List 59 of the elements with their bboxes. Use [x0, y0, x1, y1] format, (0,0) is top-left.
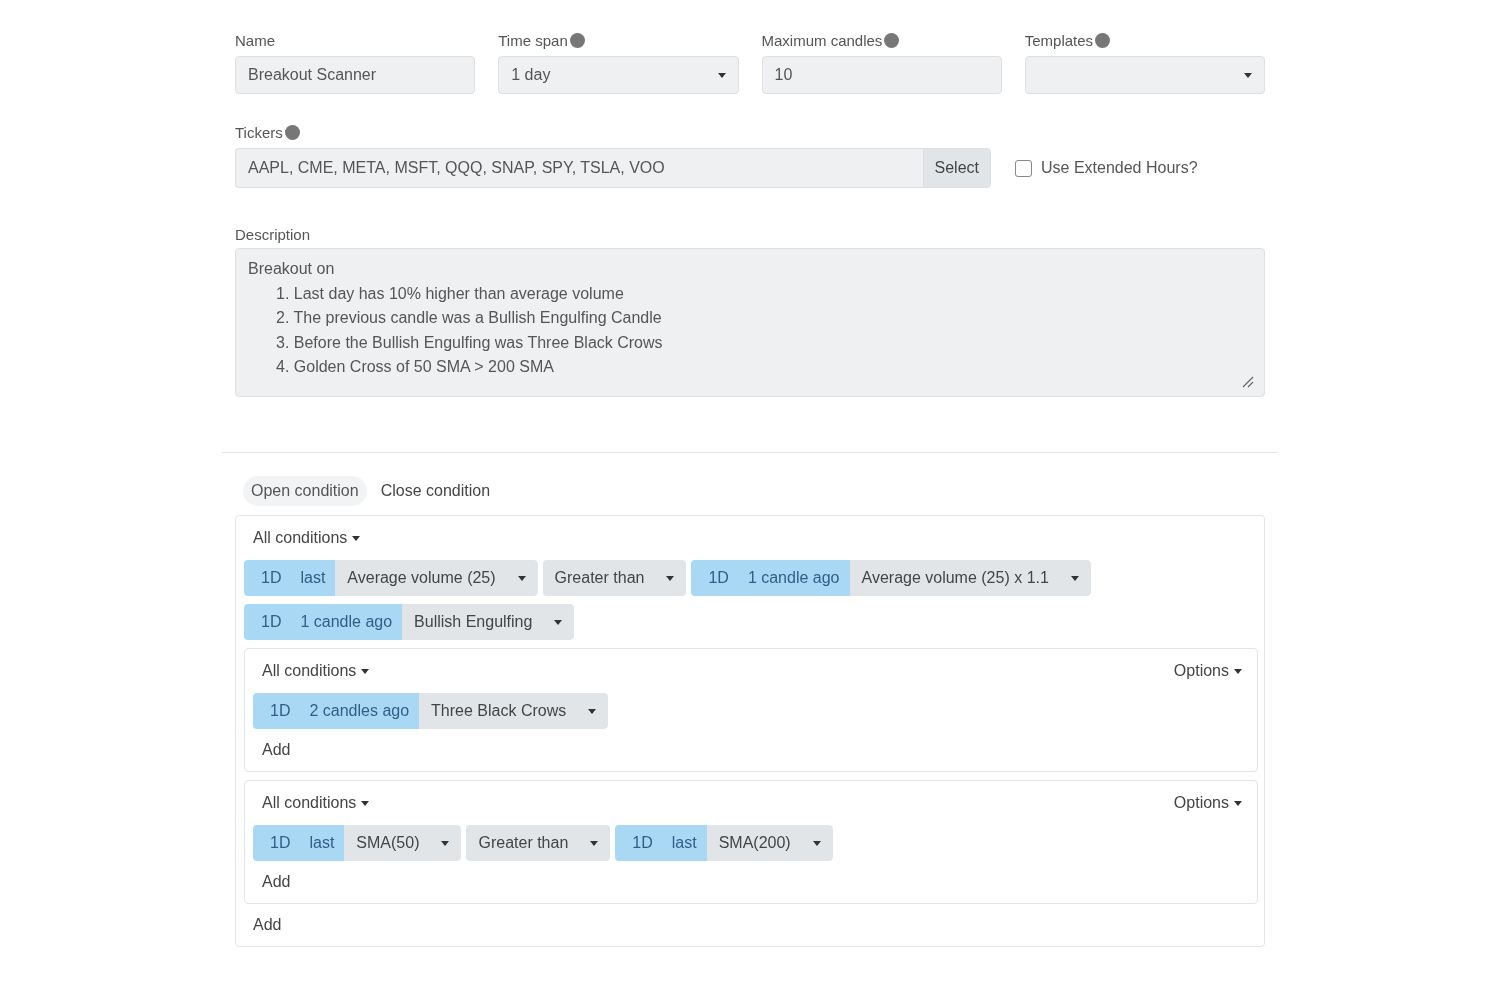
add-button[interactable]: Add — [253, 869, 300, 895]
indicator-dropdown[interactable]: Average volume (25) — [335, 560, 538, 596]
indicator-dropdown[interactable]: SMA(50) — [344, 825, 462, 861]
caret-icon — [812, 840, 821, 846]
indicator-dropdown[interactable]: Average volume (25) x 1.1 — [849, 560, 1091, 596]
operator-dropdown[interactable]: Greater than — [466, 825, 611, 861]
field-label: Name — [235, 31, 275, 49]
caret-icon — [1234, 800, 1242, 806]
select-field[interactable]: 1 day — [498, 56, 739, 94]
options-dropdown[interactable]: Options — [1173, 794, 1242, 812]
timeframe-selector[interactable]: 1D last — [615, 825, 707, 861]
checkbox[interactable] — [1015, 159, 1032, 177]
caret-icon — [1070, 575, 1079, 581]
help-icon[interactable] — [569, 32, 585, 48]
timeframe-selector[interactable]: 1D 1 candle ago — [244, 604, 403, 640]
field-label: Tickers — [235, 123, 283, 141]
help-icon[interactable] — [1095, 32, 1111, 48]
select-button[interactable]: Select — [922, 148, 991, 188]
caret-icon — [1234, 668, 1242, 674]
operator-dropdown[interactable]: Greater than — [542, 560, 687, 596]
timeframe-selector[interactable]: 1D last — [253, 825, 345, 861]
caret-icon — [441, 840, 450, 846]
select-field[interactable] — [1024, 56, 1265, 94]
checkbox-label: Use Extended Hours? — [1041, 159, 1198, 177]
caret-icon — [666, 575, 675, 581]
field-label: Time span — [498, 31, 568, 49]
resize-handle-icon[interactable] — [1240, 374, 1254, 388]
caret-icon — [517, 575, 526, 581]
indicator-dropdown[interactable]: Bullish Engulfing — [402, 604, 575, 640]
timeframe-selector[interactable]: 1D 1 candle ago — [691, 560, 850, 596]
field-label: Maximum candles — [761, 31, 883, 49]
add-button[interactable]: Add — [253, 737, 300, 763]
field-label: Description — [235, 226, 312, 243]
caret-icon — [1244, 72, 1252, 78]
conditions-dropdown[interactable]: All conditions — [253, 529, 361, 547]
input-field[interactable]: 10 — [761, 56, 1002, 94]
caret-icon — [361, 668, 370, 674]
caret-icon — [361, 800, 370, 806]
caret-icon — [717, 72, 726, 78]
help-icon[interactable] — [884, 32, 900, 48]
timeframe-selector[interactable]: 1D 2 candles ago — [253, 693, 420, 729]
tab[interactable]: Close condition — [372, 476, 499, 506]
help-icon[interactable] — [284, 124, 300, 140]
conditions-dropdown[interactable]: All conditions — [262, 662, 370, 680]
add-button[interactable]: Add — [244, 912, 291, 938]
input-field[interactable]: Breakout Scanner — [235, 56, 476, 94]
indicator-dropdown[interactable]: SMA(200) — [706, 825, 833, 861]
indicator-dropdown[interactable]: Three Black Crows — [419, 693, 609, 729]
field-label: Templates — [1024, 31, 1094, 49]
caret-icon — [554, 619, 563, 625]
caret-icon — [590, 840, 599, 846]
tab[interactable]: Open condition — [243, 476, 367, 506]
options-dropdown[interactable]: Options — [1173, 662, 1242, 680]
description-field[interactable]: Breakout on 1. Last day has 10% higher than average volume 2. The previous candle was a Bullish Engulfing Candle 3. Before the Bullish Engulfing was Three Black Crows 4. Golden Cross of 50 SMA > 200 SMA — [235, 248, 1265, 397]
timeframe-selector[interactable]: 1D last — [244, 560, 336, 596]
conditions-dropdown[interactable]: All conditions — [262, 794, 370, 812]
tickers-field[interactable]: AAPL, CME, META, MSFT, QQQ, SNAP, SPY, TSLA, VOO — [235, 148, 923, 188]
caret-icon — [352, 535, 361, 541]
caret-icon — [588, 708, 597, 714]
